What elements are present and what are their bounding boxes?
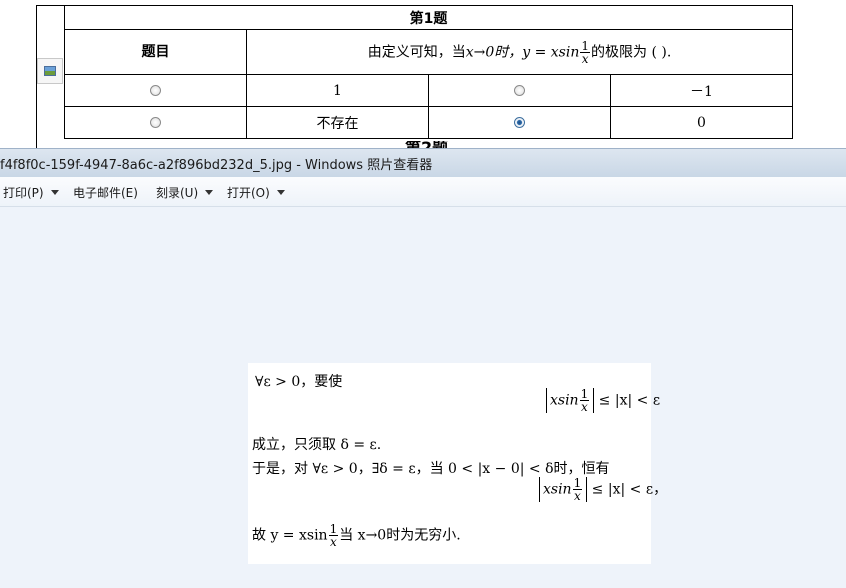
stem-label: 题目 bbox=[64, 29, 247, 75]
option-a-text: 1 bbox=[246, 74, 429, 107]
chevron-down-icon bbox=[205, 190, 214, 195]
question-stem: 由定义可知，当x→0时，y = xsin 1 x 的极限为 ( ). bbox=[246, 29, 793, 75]
title-bar[interactable]: f4f8f0c-159f-4947-8a6c-a2f896bd232d_5.jp… bbox=[0, 148, 846, 177]
solution-line-3: 成立，只须取 δ = ε. bbox=[252, 437, 382, 453]
displayed-image: ∀ε > 0，要使 xsin 1 x ≤ |x| < ε 成立，只须取 δ = ε.… bbox=[248, 363, 667, 564]
option-d-text: 0 bbox=[610, 106, 793, 139]
exam-page: 第1题 题目 由定义可知，当x→0时，y = xsin 1 x 的极限为 ( ). 1… bbox=[0, 0, 846, 148]
solution-line-4: 于是，对 ∀ε > 0，∃δ = ε，当 0 < |x − 0| < δ时，恒有 bbox=[252, 461, 610, 477]
option-c-radio[interactable] bbox=[150, 117, 161, 128]
chevron-down-icon bbox=[276, 190, 285, 195]
chevron-down-icon bbox=[50, 190, 59, 195]
menu-open[interactable]: 打开(O) bbox=[227, 184, 285, 201]
menu-print[interactable]: 打印(P) bbox=[3, 184, 59, 201]
question-table: 第1题 题目 由定义可知，当x→0时，y = xsin 1 x 的极限为 ( ). 1… bbox=[64, 5, 793, 139]
next-question-title: 第2题 bbox=[405, 141, 448, 148]
solution-line-1: ∀ε > 0，要使 bbox=[255, 374, 343, 390]
option-d-radio[interactable] bbox=[514, 117, 525, 128]
option-a-radio[interactable] bbox=[150, 85, 161, 96]
image-thumbnail-icon[interactable] bbox=[37, 58, 63, 84]
menu-burn[interactable]: 刻录(U) bbox=[156, 184, 214, 201]
toolbar: 打印(P) 电子邮件(E) 刻录(U) 打开(O) bbox=[0, 177, 846, 207]
image-canvas: ∀ε > 0，要使 xsin 1 x ≤ |x| < ε 成立，只须取 δ = ε.… bbox=[0, 207, 846, 588]
option-c-text: 不存在 bbox=[246, 106, 429, 139]
option-b-radio[interactable] bbox=[514, 85, 525, 96]
photo-viewer-window: f4f8f0c-159f-4947-8a6c-a2f896bd232d_5.jp… bbox=[0, 148, 846, 588]
window-title: f4f8f0c-159f-4947-8a6c-a2f896bd232d_5.jp… bbox=[0, 158, 433, 173]
question-title: 第1题 bbox=[64, 5, 793, 30]
solution-line-5: xsin 1 x ≤ |x| < ε， bbox=[539, 477, 667, 502]
menu-email[interactable]: 电子邮件(E) bbox=[73, 184, 138, 201]
solution-line-2: xsin 1 x ≤ |x| < ε bbox=[546, 388, 660, 413]
option-b-text: －1 bbox=[610, 74, 793, 107]
solution-line-6: 故 y = xsin 1 x 当 x→0时为无穷小. bbox=[252, 522, 461, 549]
